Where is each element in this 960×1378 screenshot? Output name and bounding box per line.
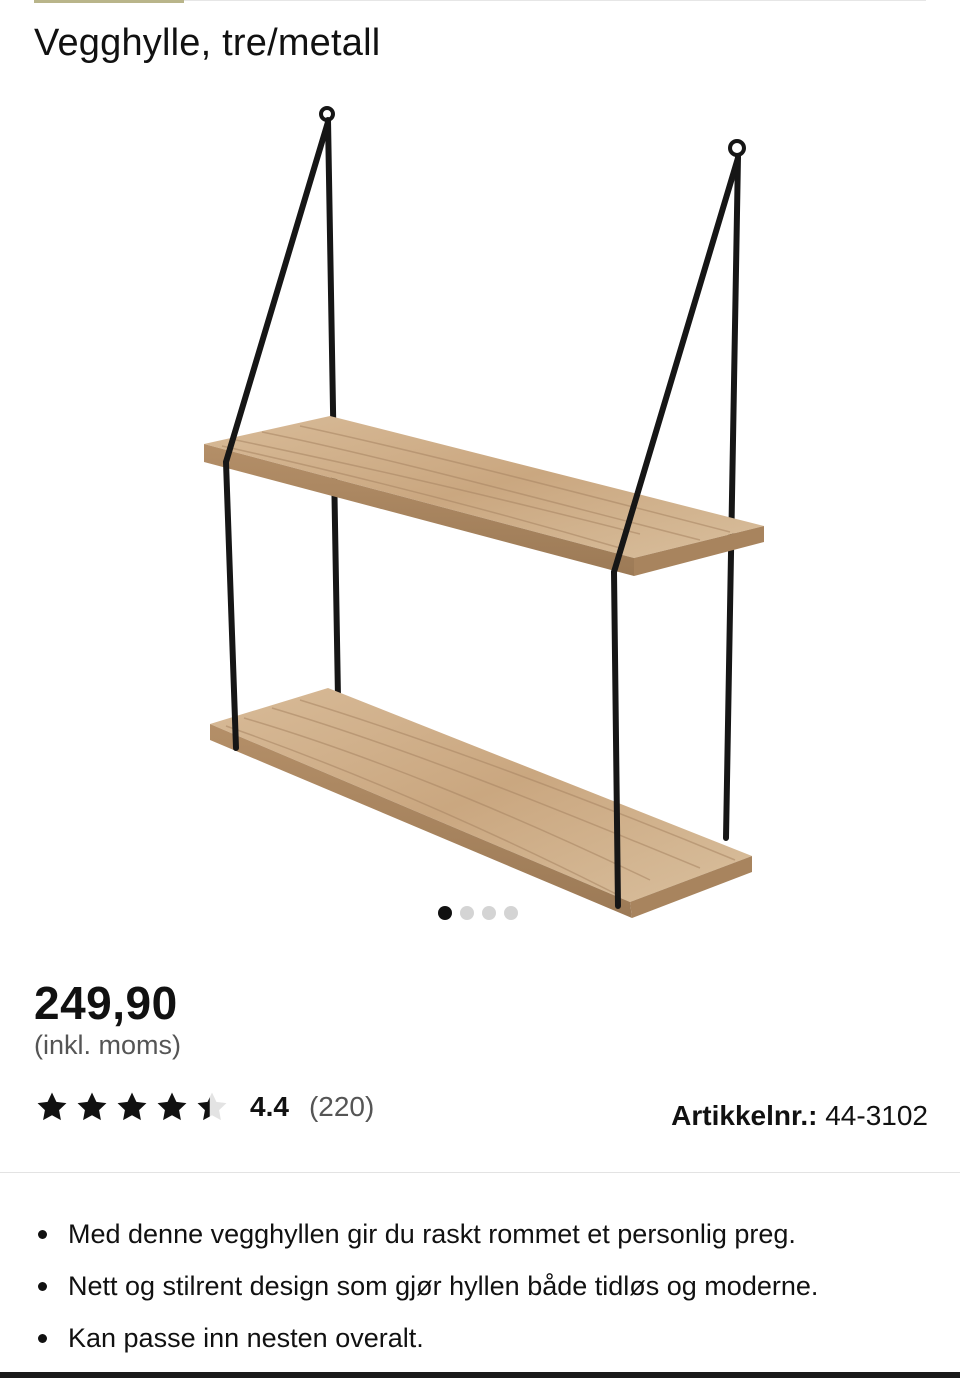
top-accent-line — [34, 0, 184, 3]
star-icon — [37, 1092, 67, 1121]
gallery-dot-2[interactable] — [460, 906, 474, 920]
product-image — [204, 106, 764, 918]
rating-summary[interactable]: 4.4 (220) — [34, 1090, 374, 1124]
feature-item: Nett og stilrent design som gjør hyllen … — [34, 1260, 818, 1312]
rating-value: 4.4 — [250, 1091, 289, 1122]
wall-hooks — [319, 106, 746, 157]
review-count: (220) — [308, 1091, 375, 1122]
star-half-icon — [197, 1092, 227, 1121]
article-number: Artikkelnr.: 44-3102 — [671, 1100, 928, 1132]
gallery-dot-3[interactable] — [482, 906, 496, 920]
star-rating — [34, 1090, 230, 1124]
star-icon — [77, 1092, 107, 1121]
upper-shelf — [204, 416, 764, 576]
bottom-bar — [0, 1372, 960, 1378]
star-icon — [117, 1092, 147, 1121]
section-divider — [0, 1172, 960, 1173]
gallery-pagination — [438, 906, 518, 920]
product-features: Med denne vegghyllen gir du raskt rommet… — [34, 1208, 818, 1364]
product-price: 249,90 — [34, 977, 178, 1029]
feature-item: Kan passe inn nesten overalt. — [34, 1312, 818, 1364]
gallery-dot-1[interactable] — [438, 906, 452, 920]
vat-note: (inkl. moms) — [34, 1030, 181, 1060]
product-image-gallery[interactable] — [0, 90, 960, 940]
lower-shelf — [210, 688, 752, 918]
top-divider — [184, 0, 926, 1]
product-title: Vegghylle, tre/metall — [34, 22, 381, 64]
star-icon — [157, 1092, 187, 1121]
article-number-label: Artikkelnr.: — [671, 1100, 818, 1131]
gallery-dot-4[interactable] — [504, 906, 518, 920]
article-number-value: 44-3102 — [825, 1100, 928, 1131]
feature-item: Med denne vegghyllen gir du raskt rommet… — [34, 1208, 818, 1260]
